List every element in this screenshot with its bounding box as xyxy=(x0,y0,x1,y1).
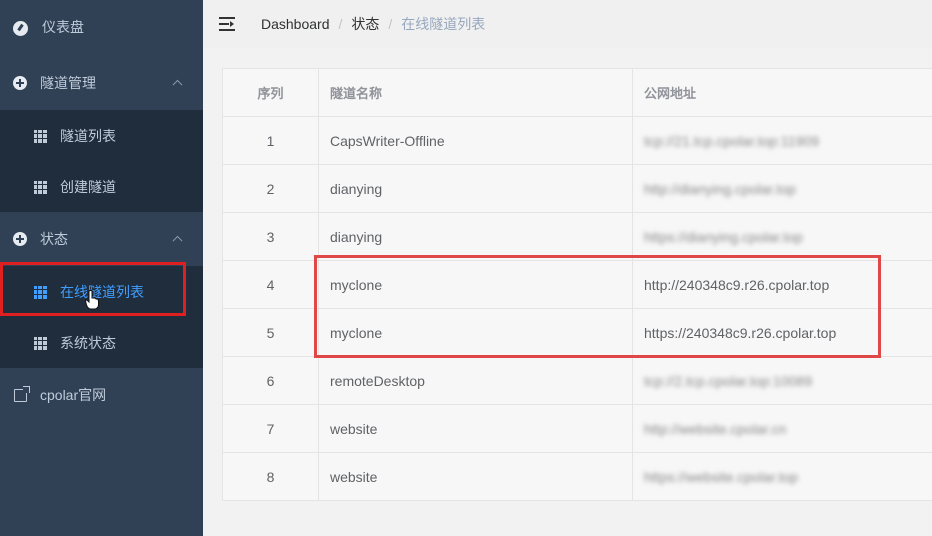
breadcrumb-item-dashboard[interactable]: Dashboard xyxy=(261,16,330,32)
column-header-name: 隧道名称 xyxy=(318,68,633,117)
row-index: 1 xyxy=(222,116,319,165)
sidebar-item-label: 状态 xyxy=(40,231,68,247)
grid-icon xyxy=(32,179,48,195)
row-index: 8 xyxy=(222,452,319,501)
sidebar-item-create-tunnel[interactable]: 创建隧道 xyxy=(0,162,203,212)
row-index: 3 xyxy=(222,212,319,261)
tunnel-name: remoteDesktop xyxy=(318,356,633,405)
sidebar-item-tunnel-management[interactable]: 隧道管理 xyxy=(0,62,203,104)
column-header-index: 序列 xyxy=(222,68,319,117)
top-header: Dashboard / 状态 / 在线隧道列表 xyxy=(203,0,932,48)
grid-icon xyxy=(32,335,48,351)
column-header-address: 公网地址 xyxy=(632,68,932,117)
breadcrumb: Dashboard / 状态 / 在线隧道列表 xyxy=(261,14,485,34)
table-row: 1 CapsWriter-Offline tcp://21.tcp.cpolar… xyxy=(222,116,932,165)
public-address[interactable]: http://website.cpolar.cn xyxy=(632,404,932,453)
row-index: 7 xyxy=(222,404,319,453)
sidebar-item-label: cpolar官网 xyxy=(40,387,107,403)
menu-toggle-icon[interactable] xyxy=(219,17,237,31)
sidebar-item-cpolar-website[interactable]: cpolar官网 xyxy=(0,374,203,416)
plus-circle-icon xyxy=(12,75,28,91)
tunnel-name: dianying xyxy=(318,164,633,213)
sidebar-item-label: 隧道管理 xyxy=(40,75,96,91)
table-row: 7 website http://website.cpolar.cn xyxy=(222,404,932,453)
public-address[interactable]: tcp://2.tcp.cpolar.top:10089 xyxy=(632,356,932,405)
chevron-up-icon xyxy=(172,79,183,90)
sidebar-item-label: 隧道列表 xyxy=(60,128,116,144)
table-row: 8 website https://website.cpolar.top xyxy=(222,452,932,501)
breadcrumb-separator: / xyxy=(388,16,393,32)
public-address[interactable]: http://dianying.cpolar.top xyxy=(632,164,932,213)
chevron-up-icon xyxy=(172,235,183,246)
table-row: 6 remoteDesktop tcp://2.tcp.cpolar.top:1… xyxy=(222,356,932,405)
hand-cursor-icon xyxy=(85,290,99,310)
sidebar-item-status[interactable]: 状态 xyxy=(0,218,203,260)
public-address[interactable]: tcp://21.tcp.cpolar.top:11909 xyxy=(632,116,932,165)
table-header-row: 序列 隧道名称 公网地址 xyxy=(222,68,932,117)
plus-circle-icon xyxy=(12,231,28,247)
public-address[interactable]: https://dianying.cpolar.top xyxy=(632,212,932,261)
table-row: 2 dianying http://dianying.cpolar.top xyxy=(222,164,932,213)
sidebar-item-dashboard[interactable]: 仪表盘 xyxy=(0,6,203,48)
dashboard-icon xyxy=(12,19,28,36)
row-index: 6 xyxy=(222,356,319,405)
sidebar-item-tunnel-list[interactable]: 隧道列表 xyxy=(0,110,203,162)
grid-icon xyxy=(32,128,48,144)
sidebar-item-system-status[interactable]: 系统状态 xyxy=(0,318,203,368)
sidebar-item-label: 创建隧道 xyxy=(60,179,116,195)
sidebar-item-label: 仪表盘 xyxy=(42,19,84,35)
tunnel-name: website xyxy=(318,452,633,501)
row-index: 2 xyxy=(222,164,319,213)
external-link-icon xyxy=(12,385,30,403)
public-address[interactable]: https://website.cpolar.top xyxy=(632,452,932,501)
breadcrumb-item-current: 在线隧道列表 xyxy=(401,16,486,32)
breadcrumb-separator: / xyxy=(338,16,343,32)
row-index: 5 xyxy=(222,308,319,357)
row-index: 4 xyxy=(222,260,319,309)
breadcrumb-item-status: 状态 xyxy=(351,16,380,32)
highlight-box xyxy=(314,255,881,358)
table-row: 3 dianying https://dianying.cpolar.top xyxy=(222,212,932,261)
tunnel-name: CapsWriter-Offline xyxy=(318,116,633,165)
tunnel-name: website xyxy=(318,404,633,453)
sidebar: 仪表盘 隧道管理 隧道列表 创建隧道 状态 在线隧道列表 系统状态 cpolar… xyxy=(0,0,203,536)
tunnel-name: dianying xyxy=(318,212,633,261)
sidebar-item-label: 系统状态 xyxy=(60,335,116,351)
